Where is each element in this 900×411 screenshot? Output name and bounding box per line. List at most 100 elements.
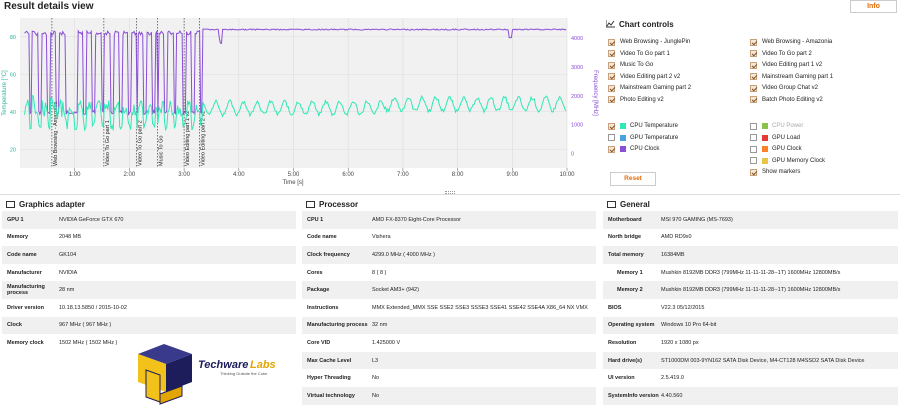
header-bar: Result details view Info	[0, 0, 900, 14]
checkbox-checked[interactable]	[750, 96, 757, 103]
svg-text:Thinking Outside the Cube: Thinking Outside the Cube	[220, 371, 268, 376]
checkbox-checked[interactable]	[608, 96, 615, 103]
info-row: Manufacturing process 32 nm	[302, 316, 596, 335]
checkbox-unchecked[interactable]	[750, 134, 757, 141]
checkbox-checked[interactable]	[750, 168, 757, 176]
info-value: 4.40.560	[661, 392, 683, 399]
info-row: Clock 967 MHz ( 967 MHz )	[2, 316, 296, 335]
checkbox-gpu-clock[interactable]: GPU Clock	[750, 144, 802, 154]
checkbox-gpu-memory-clock[interactable]: GPU Memory Clock	[750, 156, 825, 166]
checkbox-web-browsing-amazonia[interactable]: Web Browsing - Amazonia	[750, 37, 832, 47]
checkbox-checked[interactable]	[750, 50, 757, 57]
info-key: Manufacturer	[7, 269, 42, 276]
checkbox-label: Show markers	[762, 169, 801, 175]
checkbox-video-to-go-part-1[interactable]: Video To Go part 1	[608, 49, 670, 59]
info-key: Cores	[307, 269, 323, 276]
info-value: Mushkin 8192MB DDR3 (799MHz 11-11-11-28-…	[661, 287, 841, 294]
checkbox-checked[interactable]	[750, 61, 757, 69]
x-tick-label: 5:00	[288, 172, 300, 178]
processor-panel: Processor CPU 1 AMD FX-8370 Eight-Core Pr…	[302, 198, 596, 405]
checkbox-checked[interactable]	[608, 122, 615, 130]
checkbox-video-editing-part-1-v2[interactable]: Video Editing part 1 v2	[750, 60, 822, 70]
info-key: Motherboard	[608, 216, 642, 223]
info-key: Instructions	[307, 304, 339, 311]
info-key: Core VID	[307, 339, 331, 346]
info-value: 28 nm	[59, 287, 75, 294]
checkbox-photo-editing-v2[interactable]: Photo Editing v2	[608, 95, 664, 105]
checkbox-label: CPU Power	[772, 123, 804, 129]
checkbox-batch-photo-editing-v2[interactable]: Batch Photo Editing v2	[750, 95, 823, 105]
series-color-swatch	[762, 123, 768, 129]
y-right-tick-label: 1000	[571, 123, 583, 129]
x-tick-label: 3:00	[178, 172, 190, 178]
checkbox-checked[interactable]	[608, 73, 615, 80]
checkbox-label: Photo Editing v2	[620, 96, 664, 103]
checkbox-video-editing-part-2-v2[interactable]: Video Editing part 2 v2	[608, 72, 680, 82]
checkbox-web-browsing-junglepin[interactable]: Web Browsing - JunglePin	[608, 37, 690, 47]
info-value: 32 nm	[372, 322, 388, 329]
checkbox-music-to-go[interactable]: Music To Go	[608, 60, 653, 70]
checkbox-label: Video Editing part 2 v2	[620, 73, 681, 80]
info-row: Code name GK104	[2, 246, 296, 264]
info-key: BIOS	[608, 304, 622, 311]
checkbox-checked[interactable]	[608, 38, 615, 46]
checkbox-unchecked[interactable]	[750, 157, 757, 164]
info-value: 967 MHz ( 967 MHz )	[59, 322, 112, 329]
checkbox-checked[interactable]	[750, 38, 757, 46]
info-value: MSI 970 GAMING (MS-7693)	[661, 216, 733, 223]
info-key: Operating system	[608, 322, 655, 329]
info-value: 2048 MB	[59, 234, 82, 241]
checkbox-mainstream-gaming-part-2[interactable]: Mainstream Gaming part 2	[608, 83, 691, 93]
y-right-tick-label: 0	[571, 152, 574, 158]
y-right-tick-label: 3000	[571, 65, 583, 71]
info-row: Memory 1 Mushkin 8192MB DDR3 (799MHz 11-1…	[603, 264, 898, 282]
checkbox-checked[interactable]	[608, 84, 615, 92]
checkbox-label: Mainstream Gaming part 1	[762, 73, 834, 80]
info-key: Memory	[7, 234, 29, 241]
info-row: Code name Vishera	[302, 229, 596, 247]
splitter	[0, 194, 900, 197]
checkbox-label: Video To Go part 2	[762, 50, 812, 57]
info-key: Code name	[307, 234, 337, 241]
info-row: Memory 2 Mushkin 8192MB DDR3 (799MHz 11-1…	[603, 281, 898, 299]
info-value: 16384MB	[661, 251, 685, 258]
checkbox-cpu-temperature[interactable]: CPU Temperature	[608, 121, 678, 131]
info-key: CPU 1	[307, 216, 324, 223]
info-row: Hyper Threading No	[302, 369, 596, 387]
checkbox-checked[interactable]	[608, 50, 615, 57]
info-row: Operating system Windows 10 Pro 64-bit	[603, 316, 898, 335]
info-value: NVIDIA	[59, 269, 78, 276]
checkbox-gpu-temperature[interactable]: GPU Temperature	[608, 133, 678, 143]
info-value: AMD RD9x0	[661, 234, 692, 241]
info-key: Code name	[7, 251, 37, 258]
y-right-tick-label: 4000	[571, 36, 583, 42]
x-tick-label: 1:00	[69, 172, 81, 178]
info-row: Memory 2048 MB	[2, 229, 296, 247]
info-row: Instructions MMX Extended_MMX SSE SSE2 SS…	[302, 299, 596, 317]
checkbox-unchecked[interactable]	[750, 122, 757, 130]
x-tick-label: 10:00	[559, 172, 575, 178]
checkbox-checked[interactable]	[750, 73, 757, 80]
info-row: North bridge AMD RD9x0	[603, 229, 898, 247]
checkbox-cpu-clock[interactable]: CPU Clock	[608, 144, 659, 154]
checkbox-unchecked[interactable]	[750, 145, 757, 153]
info-row: Core VID 1.425000 V	[302, 334, 596, 352]
info-key: Hyper Threading	[307, 375, 351, 382]
x-tick-label: 7:00	[397, 172, 409, 178]
checkbox-gpu-load[interactable]: GPU Load	[750, 133, 800, 143]
info-button[interactable]: Info	[850, 0, 897, 13]
checkbox-checked[interactable]	[608, 61, 615, 69]
checkbox-video-group-chat-v2[interactable]: Video Group Chat v2	[750, 83, 818, 93]
checkbox-mainstream-gaming-part-1[interactable]: Mainstream Gaming part 1	[750, 72, 833, 82]
checkbox-checked[interactable]	[750, 84, 757, 92]
checkbox-video-to-go-part-2[interactable]: Video To Go part 2	[750, 49, 812, 59]
checkbox-checked[interactable]	[608, 145, 615, 153]
graphics-adapter-title: Graphics adapter	[2, 198, 296, 211]
checkbox-cpu-power[interactable]: CPU Power	[750, 121, 803, 131]
info-key: Total memory	[608, 251, 644, 258]
reset-button[interactable]: Reset	[610, 172, 656, 186]
checkbox-unchecked[interactable]	[608, 134, 615, 141]
info-key: Hard drive(s)	[608, 357, 642, 364]
checkbox-show-markers[interactable]: Show markers	[750, 167, 800, 177]
info-row: Manufacturing process 28 nm	[2, 281, 296, 299]
